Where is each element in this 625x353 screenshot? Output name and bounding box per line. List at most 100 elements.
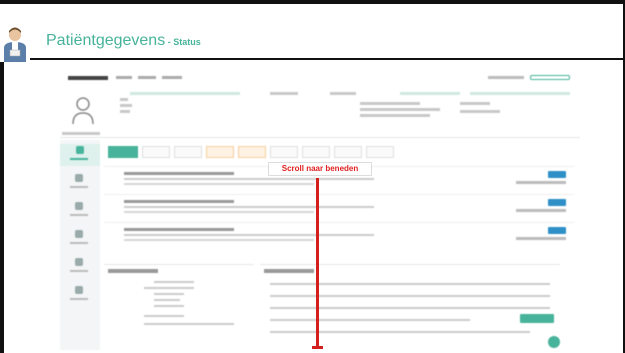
panel-heading: [264, 269, 314, 273]
tab: [206, 146, 234, 158]
patient-field: [120, 110, 130, 113]
sidebar-icon: [76, 146, 84, 154]
patient-name-field: [62, 132, 100, 135]
patient-field: [120, 98, 128, 101]
list-item-line: [124, 178, 374, 180]
patient-field: [460, 102, 490, 105]
sidebar-item: [70, 228, 88, 250]
patient-info-bar: [60, 90, 580, 138]
list-item-line: [124, 211, 314, 213]
app-header: [60, 68, 580, 88]
panel-line: [270, 295, 550, 297]
sidebar-item: [70, 284, 88, 306]
tab: [270, 146, 298, 158]
list-item-line: [124, 239, 314, 241]
left-info-panel: [104, 264, 254, 346]
app-menu-item: [138, 76, 156, 79]
list-item-title: [124, 172, 234, 175]
right-info-panel: [260, 264, 560, 346]
slide-title: Patiëntgegevens - Status: [46, 32, 201, 50]
patient-field: [400, 92, 460, 95]
panel-line: [154, 281, 194, 283]
tab: [108, 146, 138, 158]
patient-field: [120, 104, 132, 107]
panel-line: [154, 305, 184, 307]
patient-field: [360, 114, 430, 117]
list-item-meta: [516, 237, 566, 240]
app-menu-item: [116, 76, 132, 79]
status-tabs: [104, 142, 580, 160]
list-item-meta: [516, 181, 566, 184]
app-header-link: [488, 76, 524, 79]
list-item-line: [124, 206, 374, 208]
arrow-tail: [312, 346, 323, 349]
sidebar-label: [70, 214, 88, 216]
list-item-title: [124, 200, 234, 203]
panel-heading: [108, 269, 158, 273]
title-divider: [30, 58, 625, 60]
patient-field: [360, 108, 440, 111]
list-item-button: [548, 227, 566, 234]
status-list: [104, 162, 580, 262]
panel-line: [270, 283, 550, 285]
list-item-button: [548, 199, 566, 206]
panel-line: [270, 331, 530, 333]
patient-field: [330, 92, 356, 95]
sidebar-label: [70, 242, 88, 244]
list-item: [104, 194, 574, 220]
sidebar-item: [70, 172, 88, 194]
tab: [142, 146, 170, 158]
panel-line: [144, 287, 194, 289]
app-sidebar: [60, 140, 100, 350]
sidebar-icon: [75, 174, 83, 182]
list-item-title: [124, 228, 234, 231]
tab: [302, 146, 330, 158]
panel-line: [144, 323, 234, 325]
panel-line: [144, 315, 184, 317]
tab: [334, 146, 362, 158]
sidebar-item: [70, 200, 88, 222]
scroll-hint-label: Scroll naar beneden: [268, 162, 372, 176]
list-item: [104, 222, 574, 248]
list-item-line: [124, 234, 374, 236]
sidebar-icon: [75, 202, 83, 210]
list-item-meta: [516, 209, 566, 212]
panel-line: [154, 293, 184, 295]
sidebar-icon: [75, 230, 83, 238]
slide-frame: Patiëntgegevens - Status Scroll naar ben…: [0, 0, 625, 353]
panel-line: [270, 319, 470, 321]
help-button: [548, 336, 560, 348]
sidebar-label: [70, 298, 88, 300]
left-border: [0, 62, 4, 353]
sidebar-icon: [75, 258, 83, 266]
app-screenshot: [60, 68, 580, 350]
patient-field: [130, 92, 240, 95]
sidebar-item: [60, 144, 100, 166]
sidebar-item: [70, 256, 88, 278]
app-menu-item: [162, 76, 182, 79]
slide-title-separator: -: [165, 37, 174, 47]
patient-field: [470, 92, 570, 95]
tab: [238, 146, 266, 158]
sidebar-label: [70, 186, 88, 188]
list-item-line: [124, 183, 314, 185]
panel-line: [154, 299, 180, 301]
slide-title-text: Patiëntgegevens: [46, 32, 166, 49]
patient-field: [360, 102, 420, 105]
person-avatar-icon: [0, 26, 30, 62]
patient-field: [270, 92, 298, 95]
patient-avatar-icon: [72, 97, 94, 125]
arrow-down-icon: [316, 178, 319, 346]
save-button: [520, 314, 554, 323]
tab: [174, 146, 202, 158]
list-item-button: [548, 171, 566, 178]
panel-line: [270, 307, 550, 309]
tab: [366, 146, 394, 158]
sidebar-label: [70, 158, 88, 160]
slide-subtitle: Status: [173, 37, 201, 47]
sidebar-icon: [75, 286, 83, 294]
patient-field: [460, 110, 500, 113]
app-header-button: [530, 75, 570, 80]
sidebar-label: [70, 270, 88, 272]
app-logo: [68, 76, 108, 80]
